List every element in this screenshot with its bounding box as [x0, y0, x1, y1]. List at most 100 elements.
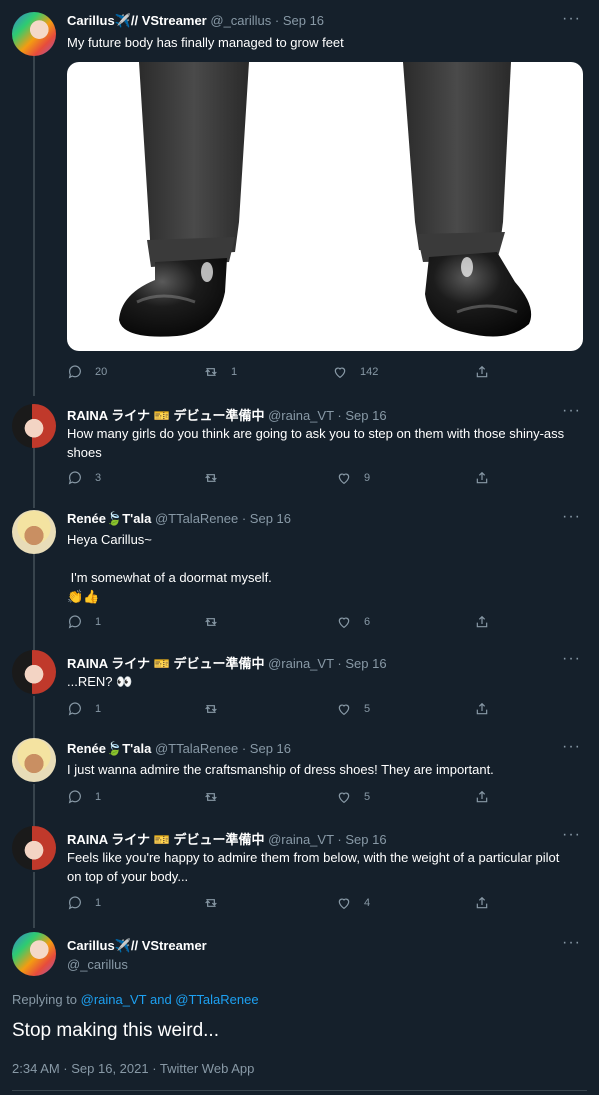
display-name[interactable]: RAINA ライナ 🎫 デビュー準備中	[67, 656, 264, 671]
more-icon[interactable]: ···	[562, 738, 581, 756]
like-icon	[338, 704, 350, 716]
like-button[interactable]: 9	[336, 470, 370, 486]
share-icon	[476, 702, 488, 715]
avatar[interactable]	[12, 510, 56, 554]
tweet-actions: 1 5	[67, 701, 490, 719]
timestamp[interactable]: · Sep 16	[337, 832, 386, 847]
like-button[interactable]: 5	[336, 701, 370, 717]
tweet[interactable]: RAINA ライナ 🎫 デビュー準備中 @raina_VT · Sep 16 ·…	[0, 644, 599, 728]
display-name[interactable]: RAINA ライナ 🎫 デビュー準備中	[67, 408, 264, 423]
tweet[interactable]: RAINA ライナ 🎫 デビュー準備中 @raina_VT · Sep 16 ·…	[0, 820, 599, 924]
tweet-text: Feels like you're happy to admire them f…	[67, 850, 564, 884]
display-name[interactable]: Renée🍃T'ala	[67, 511, 151, 526]
retweet-icon	[205, 793, 217, 801]
focused-tweet[interactable]: Carillus✈️// VStreamer @_carillus ··· Re…	[0, 926, 599, 1095]
display-name[interactable]: Carillus✈️// VStreamer	[67, 938, 207, 954]
reply-button[interactable]: 1	[67, 789, 101, 805]
more-icon[interactable]: ···	[562, 934, 581, 952]
retweet-button[interactable]	[203, 470, 231, 486]
avatar[interactable]	[12, 738, 56, 782]
tweet[interactable]: RAINA ライナ 🎫 デビュー準備中 @raina_VT · Sep 16 ·…	[0, 396, 599, 496]
timestamp[interactable]: · Sep 16	[242, 511, 291, 526]
avatar[interactable]	[12, 826, 56, 870]
share-button[interactable]	[474, 470, 490, 486]
more-icon[interactable]: ···	[562, 10, 581, 28]
tweet-text: How many girls do you think are going to…	[67, 426, 568, 460]
display-name-block: Carillus✈️// VStreamer @_carillus	[67, 938, 207, 972]
more-icon[interactable]: ···	[562, 650, 581, 668]
tweet-header: Renée🍃T'ala @TTalaRenee · Sep 16	[67, 511, 291, 527]
tweet-actions: 20 1 142	[67, 364, 490, 382]
like-count: 6	[364, 616, 371, 628]
replying-user-link[interactable]: @raina_VT	[81, 992, 147, 1007]
handle[interactable]: @TTalaRenee	[155, 511, 238, 526]
timestamp[interactable]: · Sep 16	[337, 656, 386, 671]
reply-button[interactable]: 1	[67, 895, 101, 911]
retweet-button[interactable]	[203, 614, 231, 630]
like-button[interactable]: 6	[336, 614, 370, 630]
share-icon	[476, 471, 488, 484]
tweet-header: Renée🍃T'ala @TTalaRenee · Sep 16	[67, 741, 291, 757]
timestamp[interactable]: · Sep 16	[337, 408, 386, 423]
replying-and: and	[146, 992, 176, 1007]
avatar[interactable]	[12, 650, 56, 694]
share-button[interactable]	[474, 895, 490, 911]
display-name[interactable]: RAINA ライナ 🎫 デビュー準備中	[67, 832, 264, 847]
reply-icon	[68, 365, 81, 379]
retweet-icon	[205, 368, 217, 376]
share-button[interactable]	[474, 614, 490, 630]
handle[interactable]: @raina_VT	[268, 832, 334, 847]
reply-button[interactable]: 3	[67, 470, 101, 486]
tweet-actions: 1 6	[67, 614, 490, 632]
retweet-button[interactable]: 1	[203, 364, 237, 380]
share-button[interactable]	[474, 701, 490, 717]
like-button[interactable]: 5	[336, 789, 370, 805]
handle[interactable]: @TTalaRenee	[155, 741, 238, 756]
replying-user-link[interactable]: @TTalaRenee	[175, 992, 258, 1007]
tweet-text: ...REN? 👀	[67, 674, 133, 689]
handle[interactable]: @_carillus	[67, 957, 207, 972]
avatar[interactable]	[12, 932, 56, 976]
like-count: 5	[364, 703, 371, 715]
reply-button[interactable]: 1	[67, 701, 101, 717]
timestamp[interactable]: · Sep 16	[242, 741, 291, 756]
tweet-actions: 1 5	[67, 789, 490, 807]
handle[interactable]: @raina_VT	[268, 656, 334, 671]
avatar[interactable]	[12, 404, 56, 448]
retweet-button[interactable]	[203, 895, 231, 911]
like-button[interactable]: 142	[332, 364, 378, 380]
like-icon	[334, 367, 346, 379]
more-icon[interactable]: ···	[562, 826, 581, 844]
reply-button[interactable]: 1	[67, 614, 101, 630]
share-button[interactable]	[474, 789, 490, 805]
handle[interactable]: @_carillus	[210, 13, 271, 28]
share-button[interactable]	[474, 364, 490, 380]
handle[interactable]: @raina_VT	[268, 408, 334, 423]
tweet[interactable]: Renée🍃T'ala @TTalaRenee · Sep 16 ··· I j…	[0, 732, 599, 816]
more-icon[interactable]: ···	[562, 508, 581, 526]
tweet-image[interactable]	[67, 62, 583, 351]
retweet-button[interactable]	[203, 701, 231, 717]
tweet-actions: 3 9	[67, 470, 490, 488]
avatar[interactable]	[12, 12, 56, 56]
tweet-text: Heya Carillus~ I'm somewhat of a doormat…	[67, 532, 272, 604]
replying-to: Replying to @raina_VT and @TTalaRenee	[12, 992, 259, 1007]
display-name[interactable]: Carillus✈️// VStreamer	[67, 13, 207, 28]
reply-button[interactable]: 20	[67, 364, 107, 380]
tweet-header: RAINA ライナ 🎫 デビュー準備中 @raina_VT · Sep 16	[67, 405, 387, 424]
reply-count: 1	[95, 791, 102, 803]
retweet-icon	[205, 705, 217, 713]
share-icon	[476, 365, 488, 378]
retweet-button[interactable]	[203, 789, 231, 805]
timestamp[interactable]: · Sep 16	[275, 13, 324, 28]
focused-timestamp[interactable]: 2:34 AM · Sep 16, 2021 · Twitter Web App	[12, 1061, 254, 1076]
display-name[interactable]: Renée🍃T'ala	[67, 741, 151, 756]
tweet-header: Carillus✈️// VStreamer @_carillus · Sep …	[67, 13, 324, 29]
tweet[interactable]: Carillus✈️// VStreamer @_carillus · Sep …	[0, 0, 599, 396]
like-button[interactable]: 4	[336, 895, 370, 911]
tweet[interactable]: Renée🍃T'ala @TTalaRenee · Sep 16 ··· Hey…	[0, 502, 599, 642]
like-count: 142	[360, 366, 379, 378]
reply-icon	[68, 615, 81, 629]
more-icon[interactable]: ···	[562, 402, 581, 420]
retweet-count: 1	[231, 366, 238, 378]
